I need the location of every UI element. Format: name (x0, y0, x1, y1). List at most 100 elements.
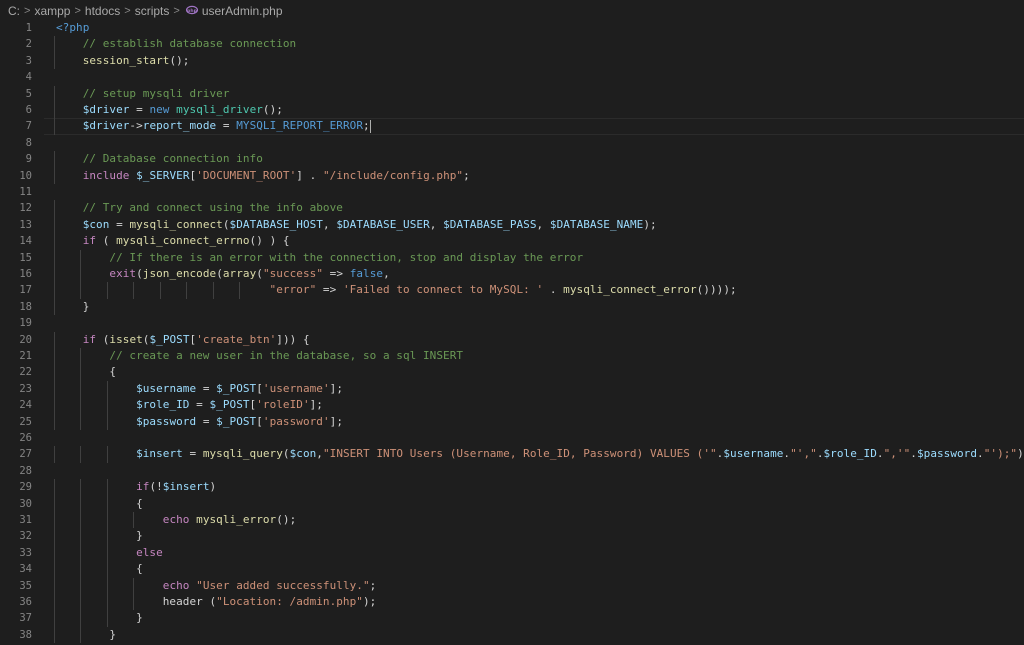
code-text[interactable]: if(!$insert) (56, 479, 216, 495)
code-line[interactable]: 14 if ( mysqli_connect_errno() ) { (0, 233, 1024, 250)
indent-guide (54, 151, 55, 168)
code-line[interactable]: 11 (0, 184, 1024, 200)
code-text[interactable]: { (56, 364, 116, 380)
code-line[interactable]: 15 // If there is an error with the conn… (0, 249, 1024, 266)
code-text[interactable]: // Database connection info (56, 151, 263, 167)
indent-guide (54, 52, 55, 70)
code-line[interactable]: 27 $insert = mysqli_query($con,"INSERT I… (0, 446, 1024, 463)
code-text[interactable]: header ("Location: /admin.php"); (56, 594, 377, 610)
code-text[interactable]: { (56, 496, 143, 512)
line-number: 37 (19, 612, 32, 625)
code-line[interactable]: 32 } (0, 528, 1024, 545)
code-line[interactable]: 29 if(!$insert) (0, 479, 1024, 496)
code-text[interactable]: // Try and connect using the info above (56, 200, 343, 216)
code-text[interactable]: } (56, 528, 143, 544)
breadcrumb-drive[interactable]: C: (8, 4, 20, 18)
code-line[interactable]: 26 (0, 430, 1024, 446)
line-number: 11 (19, 186, 32, 198)
code-line[interactable]: 30 { (0, 495, 1024, 512)
code-text[interactable]: } (56, 299, 90, 315)
code-line[interactable]: 21 // create a new user in the database,… (0, 348, 1024, 365)
code-text[interactable]: if ( mysqli_connect_errno() ) { (56, 233, 290, 249)
code-line[interactable]: 3 session_start(); (0, 52, 1024, 70)
code-text[interactable]: <?php (56, 20, 89, 36)
code-line[interactable]: 16 exit(json_encode(array("success" => f… (0, 266, 1024, 283)
line-number: 10 (19, 169, 32, 182)
code-line[interactable]: 23 $username = $_POST['username']; (0, 380, 1024, 398)
code-line[interactable]: 4 (0, 69, 1024, 85)
indent-guide (54, 544, 55, 562)
line-number: 23 (19, 382, 32, 395)
code-text[interactable]: echo "User added successfully."; (56, 578, 377, 594)
code-text[interactable]: $driver = new mysqli_driver(); (56, 102, 283, 118)
code-text[interactable]: // If there is an error with the connect… (56, 250, 583, 266)
code-line[interactable]: 9 // Database connection info (0, 151, 1024, 168)
code-line[interactable]: 10 include $_SERVER['DOCUMENT_ROOT'] . "… (0, 167, 1024, 184)
code-text[interactable]: { (56, 561, 143, 577)
code-line[interactable]: 19 (0, 315, 1024, 331)
code-text[interactable]: $username = $_POST['username']; (56, 381, 343, 397)
code-text[interactable]: // establish database connection (56, 36, 296, 52)
code-text[interactable]: $insert = mysqli_query($con,"INSERT INTO… (56, 446, 1024, 462)
code-text[interactable]: // create a new user in the database, so… (56, 348, 463, 364)
breadcrumb-folder-xampp[interactable]: xampp (34, 4, 70, 18)
code-line[interactable]: 6 $driver = new mysqli_driver(); (0, 102, 1024, 119)
line-number: 26 (19, 432, 32, 444)
code-text[interactable]: include $_SERVER['DOCUMENT_ROOT'] . "/in… (56, 168, 470, 184)
indent-guide (54, 85, 55, 102)
code-line[interactable]: 25 $password = $_POST['password']; (0, 413, 1024, 430)
breadcrumb-file[interactable]: userAdmin.php (202, 4, 283, 18)
code-line[interactable]: 17 "error" => 'Failed to connect to MySQ… (0, 282, 1024, 299)
code-line[interactable]: 31 echo mysqli_error(); (0, 512, 1024, 529)
breadcrumb: C: > xampp > htdocs > scripts > php user… (0, 0, 1024, 22)
line-number: 17 (19, 284, 32, 297)
code-text[interactable]: // setup mysqli driver (56, 86, 230, 102)
code-text[interactable]: echo mysqli_error(); (56, 512, 296, 528)
breadcrumb-folder-scripts[interactable]: scripts (135, 4, 170, 18)
code-line[interactable]: 5 // setup mysqli driver (0, 85, 1024, 102)
line-number: 20 (19, 333, 32, 346)
code-line[interactable]: 38 } (0, 626, 1024, 644)
code-text[interactable]: $con = mysqli_connect($DATABASE_HOST, $D… (56, 217, 657, 233)
code-text[interactable]: $driver->report_mode = MYSQLI_REPORT_ERR… (56, 118, 371, 134)
indent-guide (54, 446, 55, 463)
line-number: 6 (25, 104, 32, 116)
code-text[interactable]: $role_ID = $_POST['roleID']; (56, 397, 323, 413)
chevron-right-icon: > (74, 5, 81, 17)
breadcrumb-folder-htdocs[interactable]: htdocs (85, 4, 120, 18)
php-file-icon: php (185, 5, 198, 18)
code-text[interactable]: if (isset($_POST['create_btn'])) { (56, 332, 310, 348)
indent-guide (54, 528, 55, 545)
code-line[interactable]: 24 $role_ID = $_POST['roleID']; (0, 397, 1024, 414)
indent-guide (54, 348, 55, 365)
line-number: 36 (19, 596, 32, 608)
code-text[interactable]: } (56, 610, 143, 626)
line-number: 9 (25, 153, 32, 166)
code-line[interactable]: 2 // establish database connection (0, 36, 1024, 53)
code-text[interactable]: $password = $_POST['password']; (56, 414, 343, 430)
code-text[interactable]: exit(json_encode(array("success" => fals… (56, 266, 390, 282)
code-line[interactable]: 33 else (0, 544, 1024, 562)
code-text[interactable]: session_start(); (56, 53, 190, 69)
code-text[interactable]: } (56, 627, 116, 643)
code-text[interactable]: else (56, 545, 163, 561)
code-line[interactable]: 8 (0, 135, 1024, 151)
indent-guide (54, 282, 55, 299)
code-line[interactable]: 18 } (0, 298, 1024, 316)
code-line[interactable]: 13 $con = mysqli_connect($DATABASE_HOST,… (0, 216, 1024, 234)
code-line[interactable]: 22 { (0, 364, 1024, 381)
code-line[interactable]: 20 if (isset($_POST['create_btn'])) { (0, 331, 1024, 348)
code-line[interactable]: 12 // Try and connect using the info abo… (0, 200, 1024, 217)
code-line[interactable]: 1 <?php (0, 20, 1024, 36)
code-line[interactable]: 36 header ("Location: /admin.php"); (0, 594, 1024, 611)
code-line[interactable]: 37 } (0, 610, 1024, 627)
code-editor[interactable]: 1 <?php 2 // establish database connection… (0, 20, 1024, 645)
code-line[interactable]: 28 (0, 463, 1024, 479)
indent-guide (54, 380, 55, 398)
line-number: 28 (19, 464, 32, 477)
code-line[interactable]: 7 $driver->report_mode = MYSQLI_REPORT_E… (0, 118, 1024, 135)
code-text[interactable]: "error" => 'Failed to connect to MySQL: … (56, 282, 737, 298)
code-line[interactable]: 34 { (0, 561, 1024, 578)
code-line[interactable]: 35 echo "User added successfully."; (0, 577, 1024, 594)
line-number: 38 (19, 628, 32, 641)
